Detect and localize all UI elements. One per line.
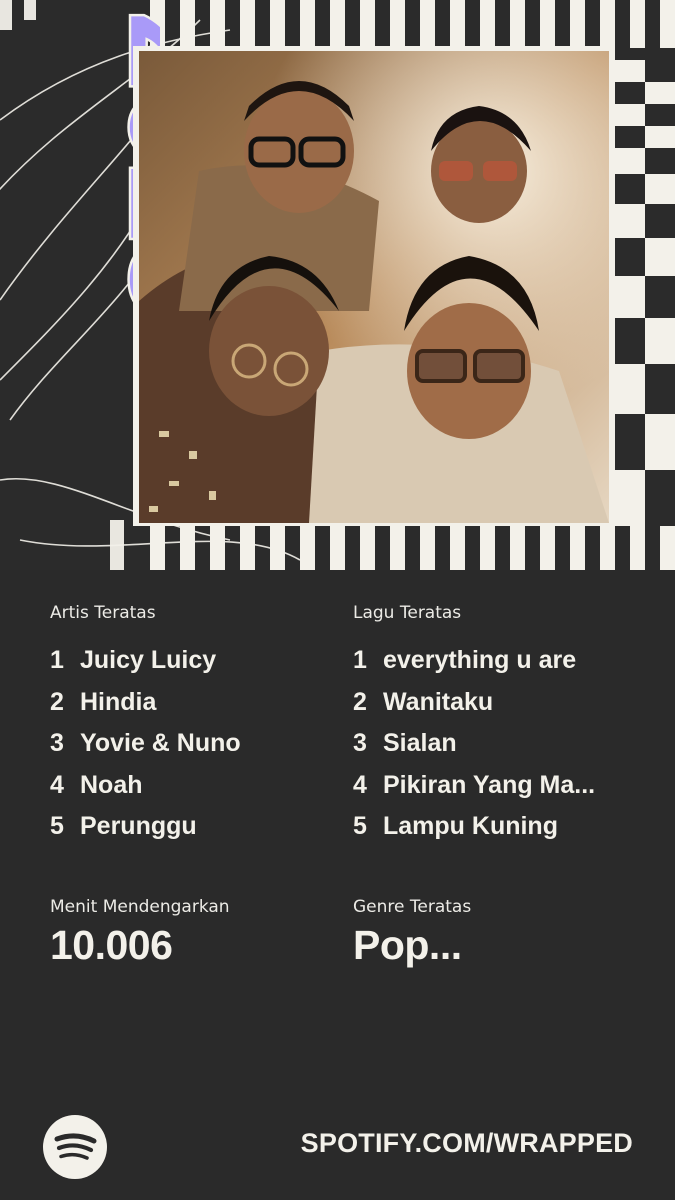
rank-number: 5 [50,812,64,841]
genre-value: Pop... [353,922,462,968]
list-item: 2 Hindia [50,682,241,724]
hero-artwork: 2025 [0,0,675,570]
list-item: 5 Perunggu [50,806,241,848]
list-item: 3 Yovie & Nuno [50,723,241,765]
list-item: 1 Juicy Luicy [50,640,241,682]
rank-number: 1 [353,646,367,675]
rank-number: 4 [353,770,367,799]
rank-number: 5 [353,812,367,841]
rank-number: 2 [353,687,367,716]
list-item: 5 Lampu Kuning [353,806,595,848]
top-artists-label: Artis Teratas [50,603,156,623]
song-name: Pikiran Yang Ma... [383,770,596,799]
wrapped-url-link[interactable]: SPOTIFY.COM/WRAPPED [301,1128,633,1159]
list-item: 2 Wanitaku [353,682,595,724]
song-name: everything u are [383,646,577,675]
list-item: 4 Pikiran Yang Ma... [353,765,595,807]
list-item: 1 everything u are [353,640,595,682]
artist-photo [139,51,609,523]
rank-number: 4 [50,770,64,799]
artist-photo-image [139,51,609,523]
artist-name: Juicy Luicy [80,646,217,675]
minutes-value: 10.006 [50,922,173,968]
song-name: Wanitaku [383,687,494,716]
spotify-logo-icon[interactable] [43,1115,107,1179]
top-songs-list: 1 everything u are 2 Wanitaku 3 Sialan 4 Pik… [353,640,595,848]
song-name: Sialan [383,729,457,758]
genre-label: Genre Teratas [353,897,472,917]
rank-number: 1 [50,646,64,675]
photo-frame [133,46,615,526]
artist-name: Yovie & Nuno [80,729,241,758]
rank-number: 3 [353,729,367,758]
top-songs-label: Lagu Teratas [353,603,462,623]
song-name: Lampu Kuning [383,812,558,841]
list-item: 3 Sialan [353,723,595,765]
top-artists-list: 1 Juicy Luicy 2 Hindia 3 Yovie & Nuno 4 Noah… [50,640,241,848]
minutes-label: Menit Mendengarkan [50,897,230,917]
artist-name: Perunggu [80,812,197,841]
rank-number: 3 [50,729,64,758]
rank-number: 2 [50,687,64,716]
list-item: 4 Noah [50,765,241,807]
artist-name: Hindia [80,687,157,716]
artist-name: Noah [80,770,143,799]
